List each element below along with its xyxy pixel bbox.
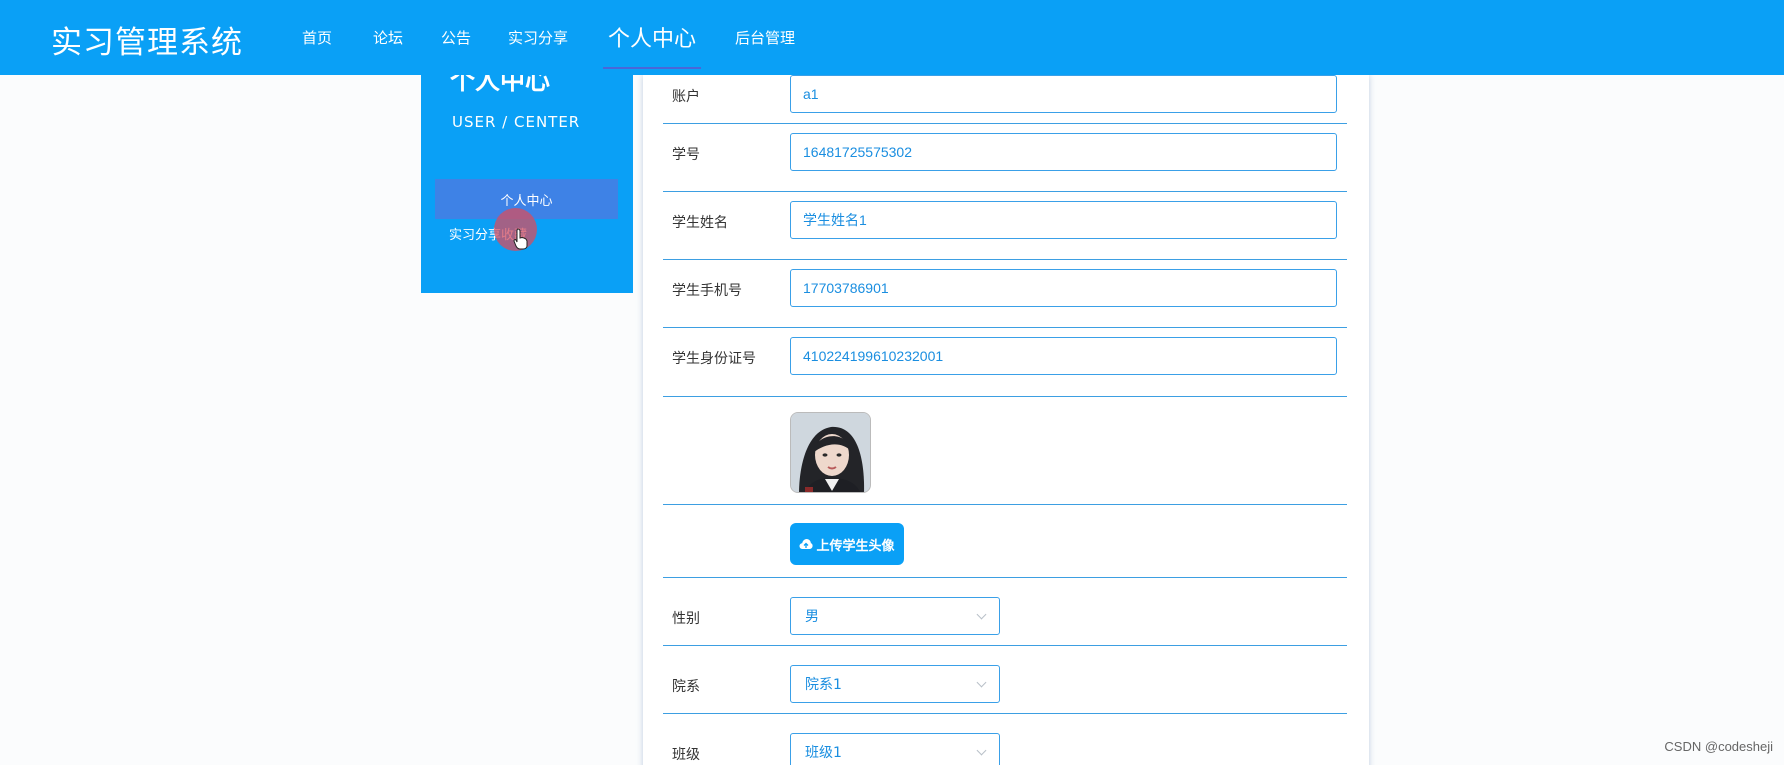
chevron-down-icon bbox=[976, 677, 987, 687]
gender-label: 性别 bbox=[672, 611, 700, 627]
top-navbar: 实习管理系统 首页 论坛 公告 实习分享 个人中心 后台管理 bbox=[0, 0, 1784, 75]
profile-form-card: 账户 学号 学生姓名 学生手机号 学生身份证号 bbox=[643, 75, 1369, 765]
hand-pointer-icon bbox=[513, 228, 528, 250]
gender-select-value: 男 bbox=[805, 609, 819, 625]
sidebar-item-label: 个人中心 bbox=[500, 193, 553, 209]
form-row-student-no: 学号 bbox=[663, 124, 1347, 192]
department-label: 院系 bbox=[672, 679, 700, 695]
account-input[interactable] bbox=[790, 75, 1337, 113]
upload-avatar-label: 上传学生头像 bbox=[816, 538, 895, 554]
id-card-label: 学生身份证号 bbox=[672, 351, 756, 367]
form-row-id-card: 学生身份证号 bbox=[663, 328, 1347, 397]
class-select-value: 班级1 bbox=[805, 745, 842, 761]
class-label: 班级 bbox=[672, 747, 700, 763]
account-label: 账户 bbox=[672, 89, 700, 105]
class-select[interactable]: 班级1 bbox=[790, 733, 1000, 765]
department-select-value: 院系1 bbox=[805, 677, 842, 693]
department-select[interactable]: 院系1 bbox=[790, 665, 1000, 703]
form-row-department: 院系 院系1 bbox=[663, 646, 1347, 714]
form-row-student-name: 学生姓名 bbox=[663, 192, 1347, 260]
student-avatar bbox=[790, 412, 871, 493]
form-row-class: 班级 班级1 bbox=[663, 714, 1347, 765]
phone-label: 学生手机号 bbox=[672, 283, 742, 299]
nav-active-underline bbox=[603, 67, 701, 69]
app-title: 实习管理系统 bbox=[51, 25, 243, 61]
student-no-input[interactable] bbox=[790, 133, 1337, 171]
gender-select[interactable]: 男 bbox=[790, 597, 1000, 635]
chevron-down-icon bbox=[976, 609, 987, 619]
form-row-avatar bbox=[663, 397, 1347, 505]
nav-forum[interactable]: 论坛 bbox=[373, 27, 403, 48]
student-name-label: 学生姓名 bbox=[672, 215, 728, 231]
student-no-label: 学号 bbox=[672, 147, 700, 163]
upload-avatar-button[interactable]: 上传学生头像 bbox=[790, 523, 904, 565]
student-name-input[interactable] bbox=[790, 201, 1337, 239]
nav-home[interactable]: 首页 bbox=[302, 27, 332, 48]
phone-input[interactable] bbox=[790, 269, 1337, 307]
sidebar-subtitle: USER / CENTER bbox=[452, 113, 581, 131]
form-row-phone: 学生手机号 bbox=[663, 260, 1347, 328]
cloud-upload-icon bbox=[799, 539, 814, 549]
id-card-input[interactable] bbox=[790, 337, 1337, 375]
form-row-upload: 上传学生头像 bbox=[663, 505, 1347, 578]
nav-announcement[interactable]: 公告 bbox=[441, 27, 471, 48]
nav-admin[interactable]: 后台管理 bbox=[735, 27, 795, 48]
nav-internship-share[interactable]: 实习分享 bbox=[508, 27, 568, 48]
form-row-gender: 性别 男 bbox=[663, 578, 1347, 646]
nav-personal-center[interactable]: 个人中心 bbox=[608, 21, 696, 53]
watermark: CSDN @codesheji bbox=[1664, 739, 1773, 754]
chevron-down-icon bbox=[976, 745, 987, 755]
sidebar: 个人中心 USER / CENTER 个人中心 实习分享收藏 bbox=[421, 66, 633, 293]
form-row-account: 账户 bbox=[663, 67, 1347, 124]
